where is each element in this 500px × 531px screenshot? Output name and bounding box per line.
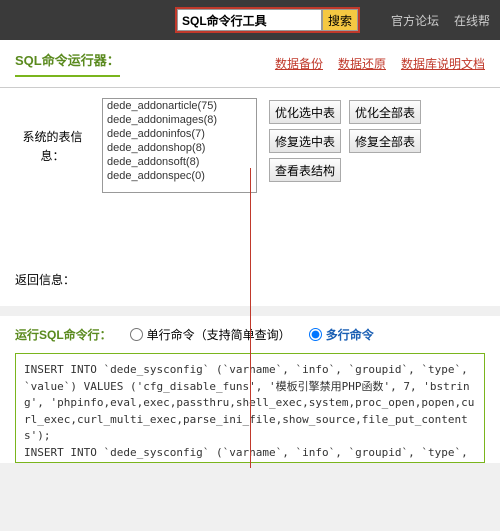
radio-multi-input[interactable] [309, 328, 322, 341]
top-links: 官方论坛 在线帮 [391, 12, 490, 29]
tab-links: 数据备份 数据还原 数据库说明文档 [275, 55, 485, 72]
table-listbox[interactable]: dede_addonarticle(75) dede_addonimages(8… [102, 98, 257, 193]
search-container: 搜索 [175, 7, 360, 33]
optimize-selected-button[interactable]: 优化选中表 [269, 100, 341, 124]
list-item[interactable]: dede_addonimages(8) [103, 113, 256, 127]
link-help[interactable]: 在线帮 [454, 12, 490, 29]
list-item[interactable]: dede_addonarticle(75) [103, 99, 256, 113]
radio-multi-label: 多行命令 [326, 326, 374, 343]
repair-selected-button[interactable]: 修复选中表 [269, 129, 341, 153]
repair-all-button[interactable]: 修复全部表 [349, 129, 421, 153]
top-bar: 搜索 官方论坛 在线帮 [0, 0, 500, 40]
action-buttons: 优化选中表 优化全部表 修复选中表 修复全部表 查看表结构 [269, 98, 421, 182]
list-item[interactable]: dede_addoninfos(7) [103, 127, 256, 141]
tab-docs[interactable]: 数据库说明文档 [401, 55, 485, 72]
search-input[interactable] [177, 9, 322, 31]
tab-restore[interactable]: 数据还原 [338, 55, 386, 72]
view-structure-button[interactable]: 查看表结构 [269, 158, 341, 182]
main-panel: 系统的表信息： dede_addonarticle(75) dede_addon… [0, 88, 500, 306]
annotation-line [250, 168, 251, 468]
sql-title: 运行SQL命令行： [15, 326, 112, 343]
list-item[interactable]: dede_addonsoft(8) [103, 155, 256, 169]
table-info-label: 系统的表信息： [15, 98, 90, 166]
radio-single-input[interactable] [130, 328, 143, 341]
list-item[interactable]: dede_addonshop(8) [103, 141, 256, 155]
optimize-all-button[interactable]: 优化全部表 [349, 100, 421, 124]
radio-single-label: 单行命令（支持简单查询） [147, 326, 291, 343]
search-button[interactable]: 搜索 [322, 9, 358, 31]
link-forum[interactable]: 官方论坛 [391, 12, 439, 29]
tabs-row: SQL命令运行器： 数据备份 数据还原 数据库说明文档 [0, 40, 500, 88]
radio-multi-line[interactable]: 多行命令 [309, 326, 374, 343]
radio-single-line[interactable]: 单行命令（支持简单查询） [130, 326, 291, 343]
list-item[interactable]: dede_addonspec(0) [103, 169, 256, 183]
page-title: SQL命令运行器： [15, 50, 120, 77]
tab-backup[interactable]: 数据备份 [275, 55, 323, 72]
